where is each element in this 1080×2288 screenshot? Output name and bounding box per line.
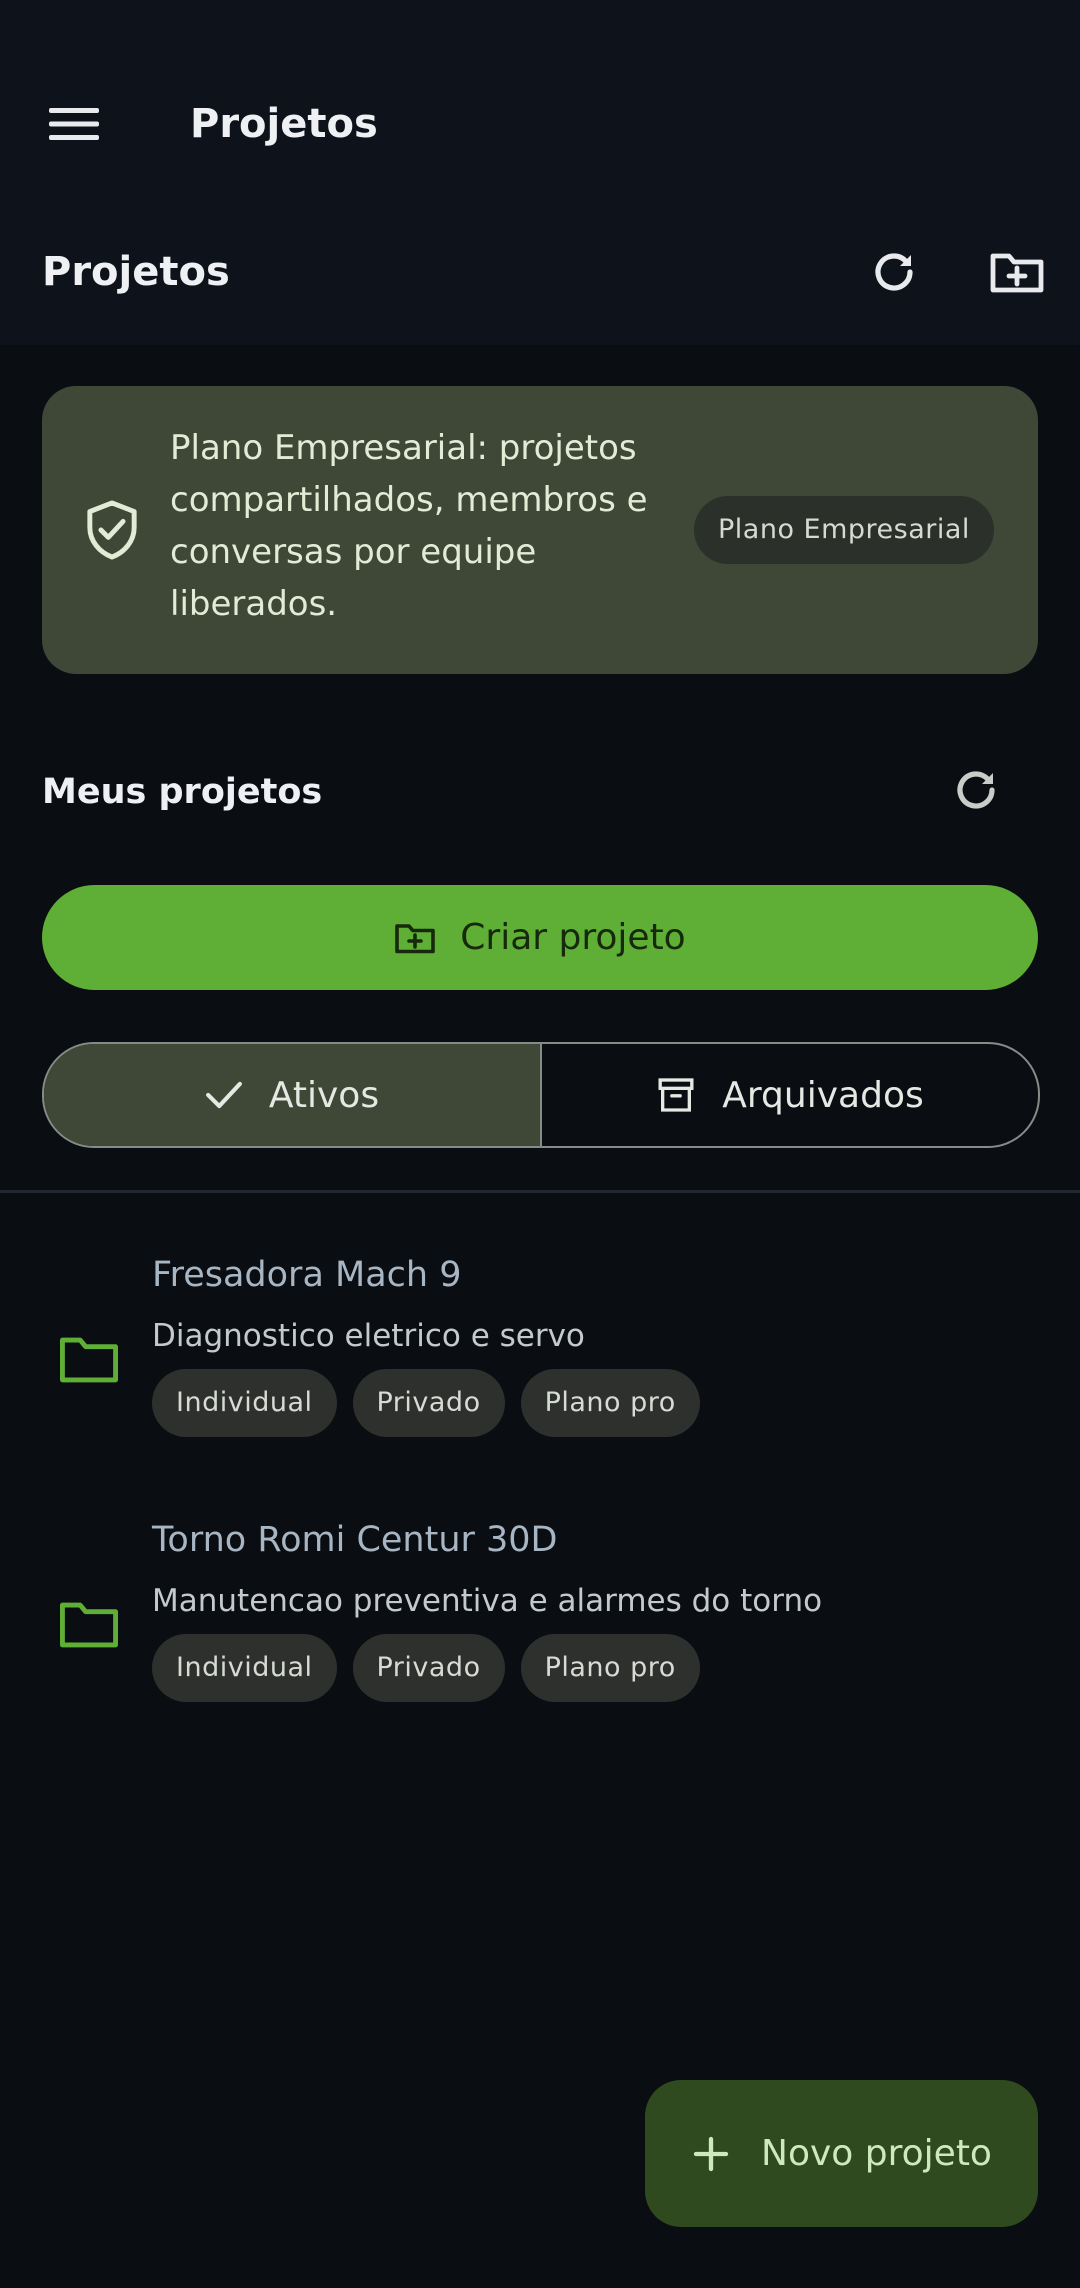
filter-archived-tab[interactable]: Arquivados [542, 1044, 1038, 1146]
project-title: Fresadora Mach 9 [152, 1255, 462, 1295]
refresh-icon [957, 771, 995, 809]
folder-plus-icon [990, 253, 1044, 293]
new-project-label: Novo projeto [761, 2133, 992, 2174]
project-tag: Individual [152, 1634, 337, 1702]
divider [0, 1190, 1080, 1193]
project-tag: Privado [352, 1369, 505, 1437]
new-folder-button[interactable] [982, 240, 1052, 304]
project-tag: Individual [152, 1369, 337, 1437]
menu-button[interactable] [42, 94, 106, 154]
plan-chip: Plano Empresarial [694, 496, 994, 564]
create-project-button[interactable]: Criar projeto [42, 885, 1038, 990]
project-tag: Plano pro [520, 1369, 700, 1437]
refresh-icon [875, 253, 913, 291]
my-projects-title: Meus projetos [42, 772, 323, 812]
filter-active-tab[interactable]: Ativos [44, 1044, 542, 1146]
project-description: Manutencao preventiva e alarmes do torno [152, 1583, 823, 1619]
project-list-item[interactable]: Fresadora Mach 9 Diagnostico eletrico e … [0, 1245, 1080, 1465]
new-project-fab[interactable]: Novo projeto [645, 2080, 1038, 2227]
folder-icon [59, 1602, 119, 1648]
my-projects-refresh-button[interactable] [944, 758, 1008, 822]
project-filter: Ativos Arquivados [42, 1042, 1040, 1148]
filter-archived-label: Arquivados [722, 1074, 924, 1116]
project-tag: Plano pro [520, 1634, 700, 1702]
project-tag: Privado [352, 1634, 505, 1702]
check-icon [205, 1081, 242, 1109]
plus-icon [693, 2136, 729, 2171]
folder-plus-icon [395, 923, 436, 953]
banner-text: Plano Empresarial: projetos compartilhad… [170, 428, 648, 624]
project-description: Diagnostico eletrico e servo [152, 1318, 585, 1354]
folder-icon [59, 1337, 119, 1383]
refresh-button[interactable] [862, 240, 926, 304]
create-project-label: Criar projeto [460, 917, 686, 958]
archive-icon [658, 1078, 694, 1112]
filter-active-label: Ativos [268, 1074, 380, 1116]
app-bar: Projetos Projetos [0, 0, 1080, 345]
page-title: Projetos [42, 249, 230, 295]
project-title: Torno Romi Centur 30D [152, 1520, 558, 1560]
app-title: Projetos [190, 101, 378, 147]
shield-check-icon [87, 500, 137, 560]
hamburger-menu-icon [49, 108, 99, 140]
plan-banner: Plano Empresarial: projetos compartilhad… [42, 386, 1038, 674]
project-list-item[interactable]: Torno Romi Centur 30D Manutencao prevent… [0, 1510, 1080, 1730]
